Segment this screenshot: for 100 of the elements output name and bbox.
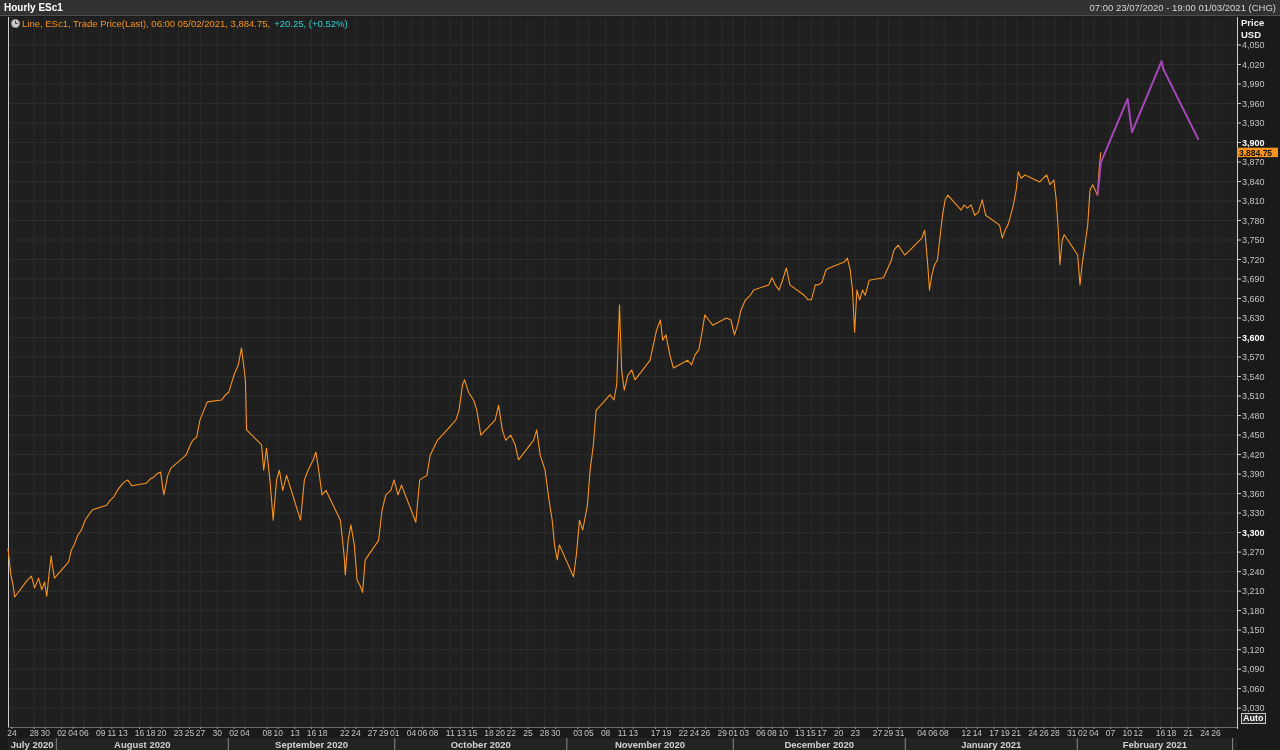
y-tick-label: 3,030	[1242, 703, 1265, 714]
x-tick-label: 29	[883, 728, 894, 738]
auto-scale-button[interactable]: Auto	[1241, 713, 1266, 724]
month-label: February 2021	[1122, 739, 1188, 750]
y-tick-label: 3,690	[1242, 274, 1265, 285]
x-tick-label: 30	[550, 728, 561, 738]
x-tick-label: 04	[1089, 728, 1099, 738]
x-tick-label: 27	[872, 728, 883, 738]
x-tick-label: 29	[378, 728, 389, 738]
x-tick-label: 21	[1011, 728, 1021, 738]
x-tick-label: 13	[118, 728, 128, 738]
x-tick-label: 08	[767, 728, 777, 738]
x-tick-label: 09	[95, 728, 106, 738]
y-tick-label: 3,960	[1242, 98, 1265, 109]
x-tick-label: 31	[894, 728, 905, 738]
x-tick-label: 24	[1028, 728, 1038, 738]
y-tick-label: 3,810	[1242, 196, 1265, 207]
y-tick-label: 3,840	[1242, 176, 1265, 187]
x-tick-label: 23	[173, 728, 184, 738]
x-tick-label: 16	[306, 728, 317, 738]
x-tick-label: 24	[689, 728, 700, 738]
month-label: January 2021	[961, 739, 1022, 750]
x-tick-label: 20	[495, 728, 505, 738]
x-tick-label: 25	[523, 728, 533, 738]
x-tick-label: 21	[1183, 728, 1193, 738]
x-tick-label: 08	[262, 728, 272, 738]
y-tick-label: 3,870	[1242, 157, 1265, 168]
x-tick-label: 06	[928, 728, 938, 738]
x-tick-label: 06	[417, 728, 428, 738]
x-tick-label: 03	[739, 728, 750, 738]
x-tick-label: 10	[778, 728, 788, 738]
x-tick-label: 24	[351, 728, 361, 738]
x-tick-label: 26	[1211, 728, 1221, 738]
x-tick-label: 20	[833, 728, 844, 738]
x-tick-label: 24	[7, 728, 17, 738]
y-tick-label: 3,120	[1242, 644, 1265, 655]
x-tick-label: 04	[917, 728, 927, 738]
x-tick-label: 24	[1200, 728, 1210, 738]
x-tick-label: 01	[728, 728, 738, 738]
last-price-tag: 3,884.75	[1237, 147, 1278, 158]
x-tick-label: 22	[506, 728, 517, 738]
y-tick-label: 3,210	[1242, 586, 1265, 597]
x-tick-label: 19	[1000, 728, 1010, 738]
x-tick-label: 18	[145, 728, 156, 738]
legend-series-text: Line, ESc1, Trade Price(Last), 06:00 05/02/2021, 3,884.75,	[22, 18, 271, 29]
x-tick-label: 15	[467, 728, 478, 738]
x-tick-label: 11	[445, 728, 455, 738]
x-tick-label: 16	[1155, 728, 1166, 738]
x-tick-label: 04	[68, 728, 78, 738]
month-label: July 2020	[10, 739, 54, 750]
y-tick-label: 3,780	[1242, 215, 1265, 226]
x-tick-label: 30	[40, 728, 50, 738]
x-tick-label: 16	[134, 728, 145, 738]
x-tick-label: 13	[795, 728, 805, 738]
x-tick-label: 01	[390, 728, 400, 738]
x-tick-label: 26	[1039, 728, 1049, 738]
y-tick-label: 3,180	[1242, 605, 1265, 616]
x-tick-label: 13	[456, 728, 467, 738]
x-tick-label: 12	[961, 728, 971, 738]
x-tick-label: 19	[661, 728, 672, 738]
x-tick-label: 27	[195, 728, 206, 738]
month-label: November 2020	[614, 739, 686, 750]
y-tick-label: 3,720	[1242, 254, 1265, 265]
y-tick-label: 3,450	[1242, 430, 1265, 441]
x-tick-label: 13	[628, 728, 639, 738]
y-tick-label: 3,480	[1242, 410, 1265, 421]
x-tick-label: 22	[340, 728, 350, 738]
x-tick-label: 28	[29, 728, 39, 738]
x-tick-label: 06	[756, 728, 766, 738]
y-tick-label: 3,600	[1242, 332, 1265, 343]
month-label: August 2020	[114, 739, 171, 750]
x-tick-label: 28	[539, 728, 550, 738]
y-tick-label: 3,420	[1242, 449, 1265, 460]
x-tick-label: 11	[107, 728, 117, 738]
y-axis-title: Price	[1241, 17, 1265, 28]
y-tick-label: 4,050	[1242, 40, 1265, 51]
y-tick-label: 3,060	[1242, 683, 1265, 694]
y-tick-label: 3,540	[1242, 371, 1265, 382]
y-tick-label: 4,020	[1242, 59, 1265, 70]
x-tick-label: 07	[1105, 728, 1116, 738]
x-tick-label: 29	[717, 728, 727, 738]
x-tick-label: 02	[229, 728, 239, 738]
y-tick-label: 3,330	[1242, 508, 1265, 519]
x-tick-label: 17	[989, 728, 999, 738]
x-tick-label: 02	[1078, 728, 1088, 738]
x-tick-label: 23	[850, 728, 861, 738]
y-tick-label: 3,150	[1242, 625, 1265, 636]
y-tick-label: 3,510	[1242, 391, 1265, 402]
x-tick-label: 10	[1122, 728, 1132, 738]
x-tick-label: 15	[806, 728, 816, 738]
y-tick-label: 3,900	[1242, 137, 1265, 148]
y-axis-unit: USD	[1241, 29, 1262, 40]
x-tick-label: 10	[273, 728, 283, 738]
x-tick-label: 03	[573, 728, 583, 738]
y-tick-label: 3,750	[1242, 235, 1265, 246]
x-tick-label: 31	[1066, 728, 1077, 738]
x-tick-label: 13	[290, 728, 300, 738]
x-tick-label: 18	[484, 728, 494, 738]
x-tick-label: 04	[240, 728, 250, 738]
x-tick-label: 17	[650, 728, 661, 738]
